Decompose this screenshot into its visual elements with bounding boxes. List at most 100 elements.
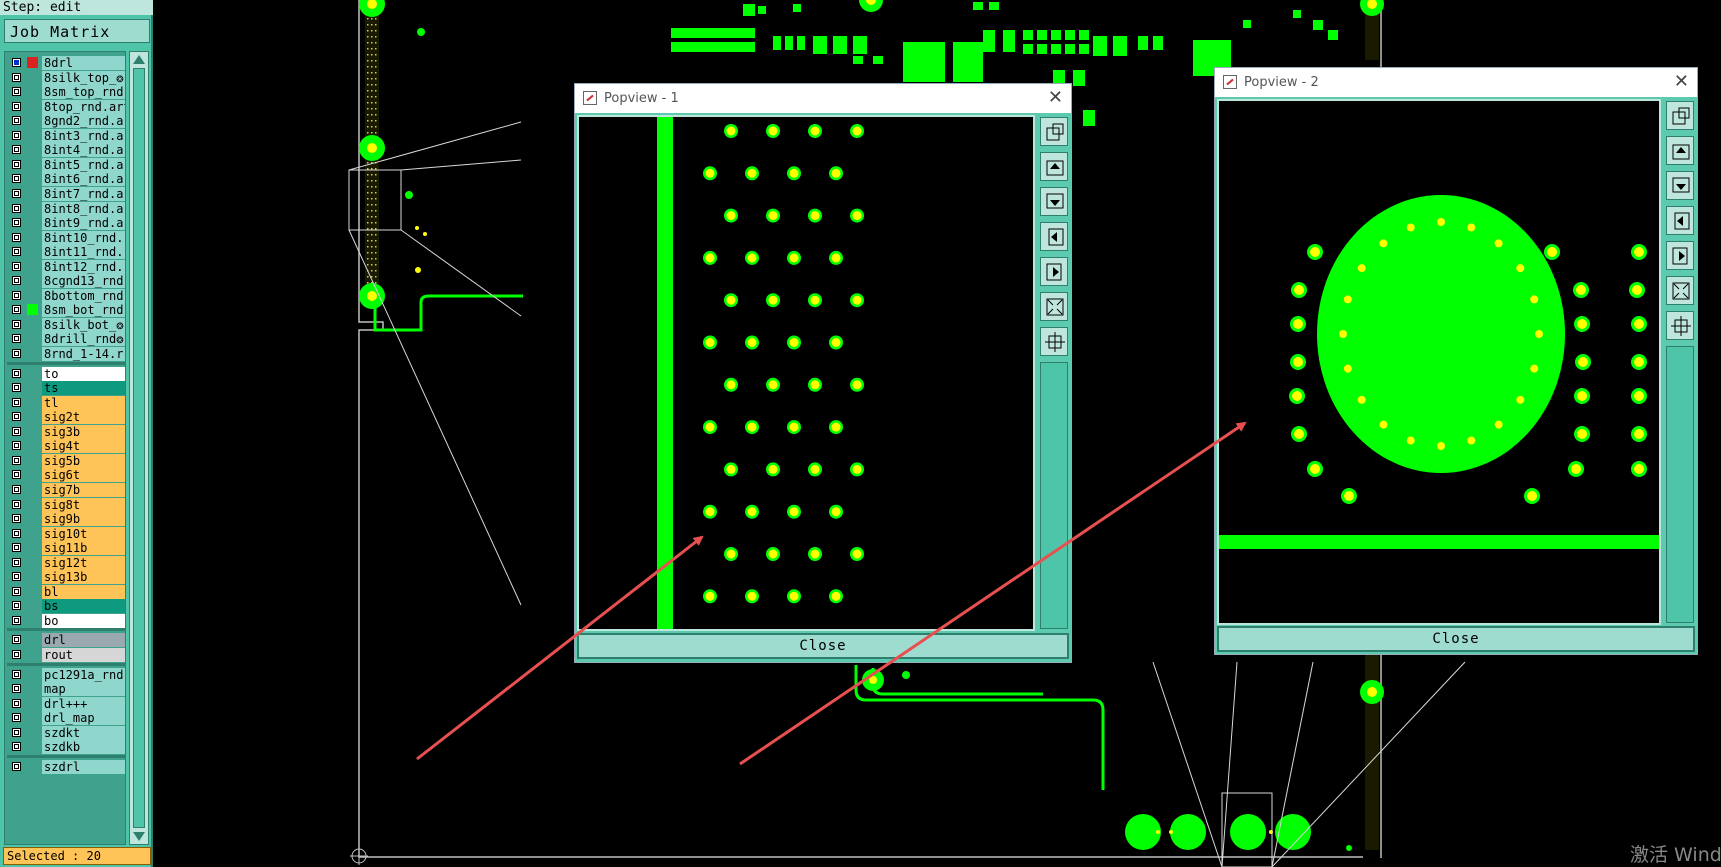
layer-checkbox[interactable] (12, 130, 21, 140)
layer-name[interactable]: 8gnd2_rnd.ar (42, 114, 125, 129)
layer-checkbox[interactable] (12, 601, 21, 611)
layer-row[interactable]: sig3b (7, 424, 125, 439)
layer-name[interactable]: 8int12_rnd. (42, 259, 125, 274)
layer-row[interactable]: pc1291a_rnd (7, 667, 125, 682)
layer-row[interactable]: 8int9_rnd.ar (7, 215, 125, 231)
layer-row[interactable]: szdrl (7, 759, 125, 774)
layer-row[interactable]: sig4t (7, 438, 125, 454)
layer-checkbox[interactable] (12, 650, 21, 659)
layer-row[interactable]: 8sm_top_rnd (7, 84, 125, 100)
layer-name[interactable]: 8rnd_1-14.r (42, 347, 125, 361)
layer-name[interactable]: 8cgnd13_rnd (42, 274, 125, 289)
layer-row[interactable]: sig5b (7, 453, 125, 468)
layer-checkbox[interactable] (12, 426, 21, 436)
layer-name[interactable]: sig2t (42, 410, 125, 425)
popview-2-close-button[interactable]: Close (1217, 626, 1695, 652)
layer-row[interactable]: 8drl (7, 55, 125, 70)
layer-name[interactable]: sig7b (42, 482, 125, 497)
layer-row[interactable]: 8rnd_1-14.r (7, 346, 125, 361)
layer-checkbox[interactable] (12, 441, 21, 451)
layer-name[interactable]: szdrl (42, 759, 125, 774)
layer-scrollbar[interactable] (129, 51, 149, 845)
layer-name[interactable]: tl (42, 395, 125, 410)
layer-checkbox[interactable] (12, 247, 21, 257)
layer-name[interactable]: 8int10_rnd. (42, 230, 125, 245)
layer-checkbox[interactable] (12, 742, 21, 752)
layer-name[interactable]: sig4t (42, 439, 125, 454)
job-matrix-button[interactable]: Job Matrix ... (4, 19, 150, 65)
layer-checkbox[interactable] (12, 232, 21, 242)
layer-row[interactable]: ts (7, 380, 125, 396)
popview-2-pan-down-button[interactable] (1666, 171, 1694, 200)
layer-checkbox[interactable] (12, 188, 21, 198)
layer-name[interactable]: 8silk_top_❂ (42, 70, 125, 85)
layer-name[interactable]: map (42, 682, 125, 697)
layer-row[interactable]: 8int5_rnd.ar (7, 157, 125, 172)
layer-name[interactable]: sig11b (42, 541, 125, 556)
popview-2-center-button[interactable] (1666, 311, 1694, 340)
layer-name[interactable]: sig10t (42, 526, 125, 541)
layer-row[interactable]: map (7, 681, 125, 697)
layer-name[interactable]: sig6t (42, 468, 125, 483)
layer-checkbox[interactable] (12, 412, 21, 422)
layer-name[interactable]: bl (42, 584, 125, 599)
popview-1-close-x-icon[interactable]: ✕ (1048, 84, 1063, 111)
layer-row[interactable]: 8int4_rnd.ar (7, 142, 125, 158)
layer-name[interactable]: 8silk_bot_❂ (42, 317, 125, 332)
layer-name[interactable]: sig3b (42, 424, 125, 439)
popview-1-titlebar[interactable]: Popview - 1 ✕ (575, 84, 1071, 113)
layer-row[interactable]: 8int3_rnd.ar (7, 128, 125, 143)
layer-name[interactable]: 8int3_rnd.ar (42, 128, 125, 143)
layer-row[interactable]: 8sm_bot_rnd (7, 302, 125, 318)
layer-name[interactable]: to (42, 366, 125, 381)
layer-name[interactable]: sig13b (42, 570, 125, 585)
layer-row[interactable]: 8silk_bot_❂ (7, 317, 125, 332)
layer-name[interactable]: drl_map (42, 711, 125, 726)
layer-name[interactable]: sig8t (42, 497, 125, 512)
layer-row[interactable]: sig6t (7, 467, 125, 483)
layer-row[interactable]: sig13b (7, 569, 125, 585)
popview-1-close-button[interactable]: Close (577, 633, 1069, 659)
layer-name[interactable]: drl+++ (42, 696, 125, 711)
layer-row[interactable]: 8gnd2_rnd.ar (7, 113, 125, 129)
layer-row[interactable]: bs (7, 598, 125, 614)
layer-row[interactable]: drl_map (7, 710, 125, 726)
popview-1-pan-up-button[interactable] (1040, 152, 1068, 181)
layer-checkbox[interactable] (12, 455, 21, 465)
layer-checkbox[interactable] (12, 101, 21, 111)
layer-name[interactable]: bs (42, 599, 125, 614)
layer-row[interactable]: 8bottom_rnd (7, 288, 125, 303)
popview-2-zoom-button[interactable] (1666, 101, 1694, 130)
layer-name[interactable]: bo (42, 613, 125, 628)
popview-2-titlebar[interactable]: Popview - 2 ✕ (1215, 68, 1697, 97)
layer-row[interactable]: 8top_rnd.art (7, 99, 125, 114)
layer-name[interactable]: pc1291a_rnd (42, 667, 125, 682)
layer-checkbox[interactable] (12, 572, 21, 582)
layer-name[interactable]: 8int7_rnd.ar (42, 186, 125, 201)
popview-1-pan-right-button[interactable] (1040, 257, 1068, 286)
layer-checkbox[interactable] (12, 761, 21, 771)
layer-checkbox[interactable] (12, 334, 21, 344)
layer-checkbox[interactable] (12, 261, 21, 271)
layer-row[interactable]: szdkb (7, 739, 125, 755)
layer-checkbox[interactable] (12, 174, 21, 184)
scroll-thumb[interactable] (133, 68, 145, 828)
layer-name[interactable]: sig9b (42, 512, 125, 527)
layer-row[interactable]: sig9b (7, 511, 125, 527)
layer-checkbox[interactable] (12, 543, 21, 553)
layer-row[interactable]: sig2t (7, 409, 125, 425)
layer-row[interactable]: drl (7, 632, 125, 648)
layer-checkbox[interactable] (12, 87, 21, 97)
layer-checkbox[interactable] (12, 319, 21, 329)
popview-1-center-button[interactable] (1040, 327, 1068, 356)
layer-name[interactable]: 8int4_rnd.ar (42, 143, 125, 158)
layer-checkbox[interactable] (12, 684, 21, 694)
layer-checkbox[interactable] (12, 305, 21, 315)
layer-name[interactable]: 8sm_top_rnd (42, 85, 125, 100)
layer-row[interactable]: sig11b (7, 540, 125, 556)
layer-checkbox[interactable] (12, 159, 21, 169)
popview-1-pan-down-button[interactable] (1040, 187, 1068, 216)
layer-row[interactable]: tl (7, 395, 125, 410)
layer-name[interactable]: 8sm_bot_rnd (42, 303, 125, 318)
layer-row[interactable]: rout (7, 647, 125, 662)
